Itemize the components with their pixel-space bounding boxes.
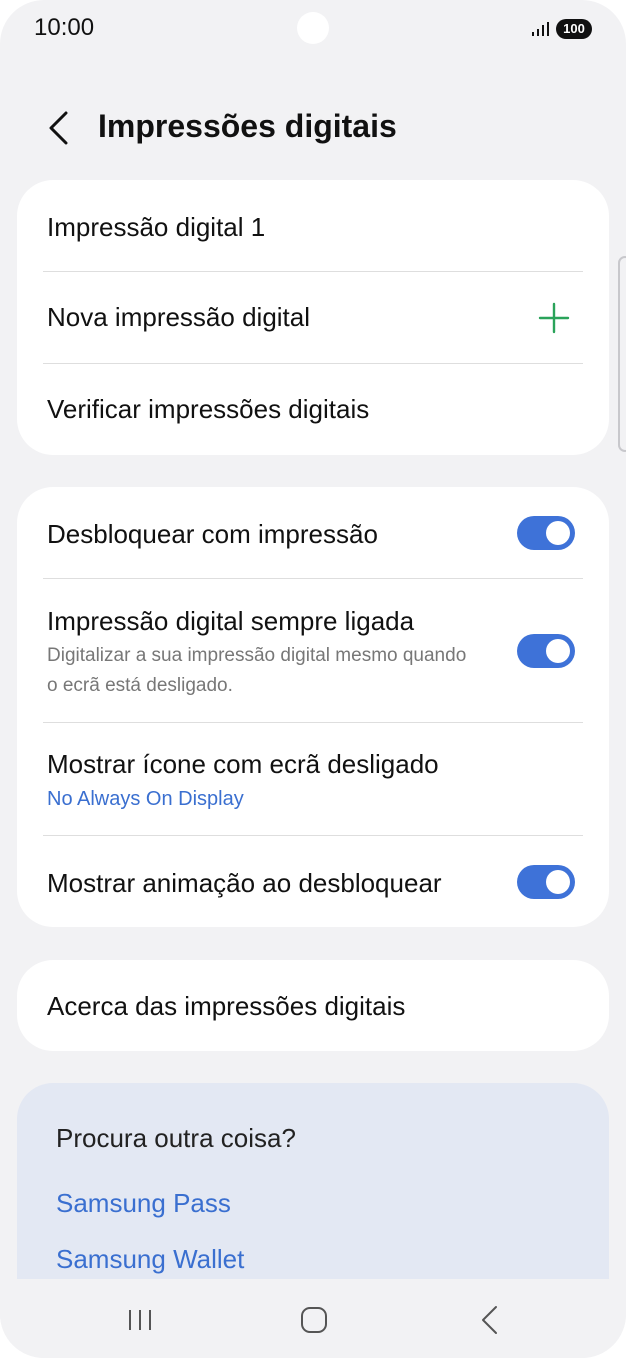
list-item-fingerprint-1[interactable]: Impressão digital 1 <box>17 180 609 272</box>
options-card: Desbloquear com impressão Impressão digi… <box>17 487 609 927</box>
always-on-toggle[interactable] <box>517 634 575 668</box>
show-icon-row[interactable]: Mostrar ícone com ecrã desligado No Alwa… <box>17 723 609 836</box>
signal-icon <box>532 22 549 36</box>
always-on-label: Impressão digital sempre ligada <box>47 606 415 636</box>
suggestions-title: Procura outra coisa? <box>56 1123 296 1153</box>
status-bar: 10:00 100 <box>0 0 626 60</box>
fingerprints-card: Impressão digital 1 Nova impressão digit… <box>17 180 609 455</box>
back-icon[interactable] <box>478 1304 500 1336</box>
scrollbar[interactable] <box>618 256 626 452</box>
plus-icon[interactable] <box>537 301 571 335</box>
show-icon-label: Mostrar ícone com ecrã desligado <box>47 749 439 779</box>
add-fingerprint-label: Nova impressão digital <box>47 302 311 332</box>
toggle-knob <box>546 521 570 545</box>
samsung-pass-link[interactable]: Samsung Pass <box>56 1188 231 1219</box>
about-card[interactable]: Acerca das impressões digitais <box>17 960 609 1051</box>
status-time: 10:00 <box>34 14 95 41</box>
phone-screen: 10:00 100 Impressões digitais Impressão … <box>0 0 626 1358</box>
page-title: Impressões digitais <box>98 108 397 144</box>
about-label: Acerca das impressões digitais <box>47 991 406 1021</box>
animation-row[interactable]: Mostrar animação ao desbloquear <box>17 836 609 927</box>
animation-label: Mostrar animação ao desbloquear <box>47 868 442 898</box>
toggle-knob <box>546 870 570 894</box>
samsung-wallet-link[interactable]: Samsung Wallet <box>56 1244 244 1275</box>
battery-icon: 100 <box>556 19 592 39</box>
fingerprint-1-label: Impressão digital 1 <box>47 212 266 242</box>
always-on-row[interactable]: Impressão digital sempre ligada Digitali… <box>17 579 609 722</box>
front-camera <box>297 12 329 44</box>
home-icon[interactable] <box>300 1306 328 1334</box>
suggestions-card: Procura outra coisa? Samsung Pass Samsun… <box>17 1083 609 1279</box>
check-fingerprints-row[interactable]: Verificar impressões digitais <box>17 364 609 455</box>
add-fingerprint-row[interactable]: Nova impressão digital <box>17 272 609 364</box>
chevron-left-icon[interactable] <box>44 110 74 146</box>
navigation-bar <box>0 1280 626 1358</box>
recent-apps-icon[interactable] <box>126 1306 154 1334</box>
always-on-description: Digitalizar a sua impressão digital mesm… <box>47 645 467 696</box>
toggle-knob <box>546 639 570 663</box>
check-fingerprints-label: Verificar impressões digitais <box>47 394 370 424</box>
animation-toggle[interactable] <box>517 865 575 899</box>
unlock-toggle[interactable] <box>517 516 575 550</box>
unlock-label: Desbloquear com impressão <box>47 519 378 549</box>
show-icon-value: No Always On Display <box>47 788 244 810</box>
unlock-row[interactable]: Desbloquear com impressão <box>17 487 609 579</box>
